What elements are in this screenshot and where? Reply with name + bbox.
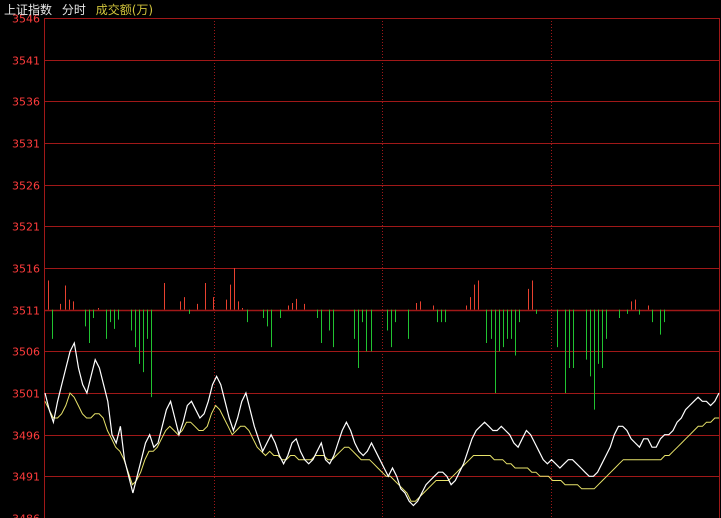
chart-header: 上证指数 分时 成交额(万) <box>4 2 159 18</box>
y-tick-label: 3486 <box>12 513 40 518</box>
chart-mode-tab[interactable]: 分时 <box>62 3 86 17</box>
intraday-chart[interactable]: 3546354135363531352635213516351135063501… <box>0 0 721 518</box>
y-tick-label: 3516 <box>12 263 40 276</box>
y-tick-label: 3541 <box>12 55 40 68</box>
y-tick-label: 3526 <box>12 180 40 193</box>
y-tick-label: 3531 <box>12 138 40 151</box>
volume-metric-label: 成交额(万) <box>95 3 154 17</box>
y-tick-label: 3501 <box>12 388 40 401</box>
y-tick-label: 3511 <box>12 305 40 318</box>
index-name[interactable]: 上证指数 <box>4 3 52 17</box>
y-tick-label: 3496 <box>12 430 40 443</box>
y-tick-label: 3521 <box>12 221 40 234</box>
y-tick-label: 3506 <box>12 346 40 359</box>
y-tick-label: 3491 <box>12 471 40 484</box>
y-tick-label: 3536 <box>12 96 40 109</box>
